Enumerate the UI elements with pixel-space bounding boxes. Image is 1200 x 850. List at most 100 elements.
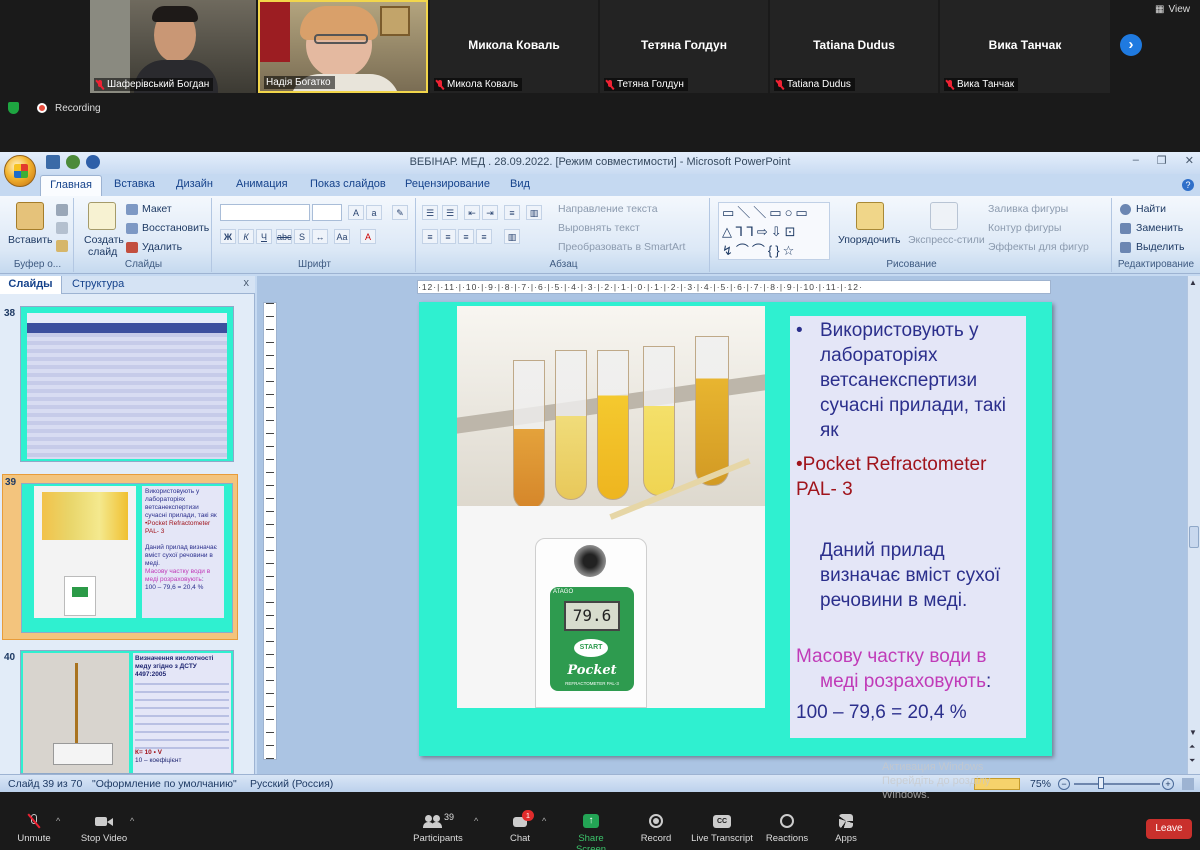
copy-icon[interactable]: [56, 222, 68, 234]
format-painter-icon[interactable]: [56, 240, 68, 252]
slide-thumbnail-40[interactable]: Визначення кислотності меду згідно з ДСТУ…: [20, 650, 234, 774]
arrange-icon[interactable]: [856, 202, 884, 230]
tab-review[interactable]: Рецензирование: [405, 178, 490, 190]
close-icon[interactable]: x: [244, 277, 250, 289]
stop-video-button[interactable]: Stop Video: [76, 814, 132, 844]
zoom-slider[interactable]: [1074, 783, 1160, 785]
language[interactable]: Русский (Россия): [250, 778, 333, 790]
clear-format-icon[interactable]: ✎: [392, 205, 408, 220]
chevron-up-icon[interactable]: ^: [56, 816, 60, 826]
layout-button[interactable]: Макет: [142, 203, 172, 215]
share-screen-button[interactable]: ↑ Share Screen: [562, 814, 620, 850]
vertical-ruler[interactable]: [263, 302, 277, 760]
bold-icon[interactable]: Ж: [220, 229, 236, 244]
columns-icon[interactable]: ▥: [526, 205, 542, 220]
new-slide-icon[interactable]: [88, 202, 116, 230]
spacing-icon[interactable]: ↔: [312, 229, 328, 244]
bullets-icon[interactable]: ☰: [422, 205, 438, 220]
smartart-button[interactable]: Преобразовать в SmartArt: [558, 241, 685, 253]
chat-button[interactable]: 1 Chat: [500, 810, 540, 844]
zoom-level[interactable]: 75%: [1030, 778, 1051, 790]
columns-layout-icon[interactable]: ▥: [504, 229, 520, 244]
minimize-icon[interactable]: –: [1133, 154, 1139, 167]
tab-insert[interactable]: Вставка: [114, 178, 155, 190]
tab-home[interactable]: Главная: [40, 175, 102, 196]
participant-video-tile-active[interactable]: Надія Богатко: [258, 0, 428, 93]
next-slide-icon[interactable]: ⏷: [1189, 756, 1199, 766]
participant-tile[interactable]: Тетяна Голдун Тетяна Голдун: [600, 0, 768, 93]
tab-view[interactable]: Вид: [510, 178, 530, 190]
align-left-icon[interactable]: ≡: [422, 229, 438, 244]
font-name-input[interactable]: [220, 204, 310, 221]
change-case-icon[interactable]: Aa: [334, 229, 350, 244]
tab-slides[interactable]: Слайды: [0, 276, 62, 294]
underline-icon[interactable]: Ч: [256, 229, 272, 244]
maximize-icon[interactable]: ❐: [1157, 154, 1167, 167]
grow-font-icon[interactable]: A: [348, 205, 364, 220]
decrease-indent-icon[interactable]: ⇤: [464, 205, 480, 220]
participant-video-tile[interactable]: Шаферівський Богдан: [90, 0, 256, 93]
slide-text-box[interactable]: • Використовують у лабораторіях ветсанек…: [790, 316, 1026, 738]
tab-outline[interactable]: Структура: [72, 278, 124, 290]
unmute-button[interactable]: Unmute: [10, 813, 58, 844]
align-center-icon[interactable]: ≡: [440, 229, 456, 244]
slide-thumbnail-38[interactable]: [20, 306, 234, 462]
zoom-in-icon[interactable]: +: [1162, 778, 1174, 790]
italic-icon[interactable]: К: [238, 229, 254, 244]
theme-name[interactable]: "Оформление по умолчанию": [92, 778, 237, 790]
participant-tile[interactable]: Tatiana Dudus Tatiana Dudus: [770, 0, 938, 93]
justify-icon[interactable]: ≡: [476, 229, 492, 244]
apps-button[interactable]: Apps: [828, 814, 864, 844]
next-page-button[interactable]: ›: [1120, 34, 1142, 56]
font-size-input[interactable]: [312, 204, 342, 221]
chevron-up-icon[interactable]: ^: [542, 816, 546, 826]
help-icon[interactable]: ?: [1182, 179, 1194, 191]
scroll-down-icon[interactable]: ▼: [1189, 728, 1199, 738]
chevron-up-icon[interactable]: ^: [130, 816, 134, 826]
participant-tile[interactable]: Микола Коваль Микола Коваль: [430, 0, 598, 93]
shape-effects-button[interactable]: Эффекты для фигур: [988, 241, 1089, 253]
scroll-thumb[interactable]: [1189, 526, 1199, 548]
participants-button[interactable]: 39 Participants: [410, 812, 466, 844]
text-direction-button[interactable]: Направление текста: [558, 203, 658, 215]
replace-button[interactable]: Заменить: [1136, 222, 1183, 234]
tab-design[interactable]: Дизайн: [176, 178, 213, 190]
tab-animation[interactable]: Анимация: [236, 178, 288, 190]
line-spacing-icon[interactable]: ≡: [504, 205, 520, 220]
participant-tile[interactable]: Вика Танчак Вика Танчак: [940, 0, 1110, 93]
horizontal-ruler[interactable]: ·12·|·11·|·10·|·9·|·8·|·7·|·6·|·5·|·4·|·…: [417, 280, 1051, 294]
record-button[interactable]: Record: [636, 814, 676, 844]
paste-icon[interactable]: [16, 202, 44, 230]
align-text-button[interactable]: Выровнять текст: [558, 222, 640, 234]
numbering-icon[interactable]: ☰: [442, 205, 458, 220]
reactions-button[interactable]: Reactions: [764, 814, 810, 844]
slide-canvas[interactable]: ATAGO 79.6 START Pocket REFRACTOMETER PA…: [419, 302, 1052, 756]
slide-thumbnail-selected[interactable]: 39 Використовують у лабораторіях ветсане…: [2, 474, 238, 640]
shapes-gallery[interactable]: ▭＼＼▭○▭ △ᒣᒣ⇨⇩⊡ ↯⌒⌒{}☆: [718, 202, 830, 260]
chevron-up-icon[interactable]: ^: [474, 816, 478, 826]
font-color-icon[interactable]: A: [360, 229, 376, 244]
leave-button[interactable]: Leave: [1146, 819, 1192, 839]
shape-fill-button[interactable]: Заливка фигуры: [988, 203, 1068, 215]
view-button[interactable]: ▦ View: [1155, 4, 1190, 15]
find-button[interactable]: Найти: [1136, 203, 1166, 215]
scroll-up-icon[interactable]: ▲: [1189, 278, 1199, 288]
paste-button[interactable]: Вставить: [8, 234, 53, 246]
zoom-slider-handle[interactable]: [1098, 777, 1104, 789]
shadow-icon[interactable]: S: [294, 229, 310, 244]
tab-slideshow[interactable]: Показ слайдов: [310, 178, 386, 190]
vertical-scrollbar[interactable]: ▲ ▼ ⏶ ⏷: [1187, 276, 1200, 774]
align-right-icon[interactable]: ≡: [458, 229, 474, 244]
quick-styles-button[interactable]: Экспресс-стили: [908, 234, 985, 246]
zoom-out-icon[interactable]: −: [1058, 778, 1070, 790]
reset-button[interactable]: Восстановить: [142, 222, 209, 234]
shrink-font-icon[interactable]: a: [366, 205, 382, 220]
live-transcript-button[interactable]: CC Live Transcript: [688, 814, 756, 844]
quick-styles-icon[interactable]: [930, 202, 958, 230]
new-slide-button[interactable]: Создать: [84, 234, 124, 246]
arrange-button[interactable]: Упорядочить: [838, 234, 900, 246]
increase-indent-icon[interactable]: ⇥: [482, 205, 498, 220]
delete-button[interactable]: Удалить: [142, 241, 182, 253]
refractometer-photo[interactable]: ATAGO 79.6 START Pocket REFRACTOMETER PA…: [457, 306, 765, 708]
select-button[interactable]: Выделить: [1136, 241, 1184, 253]
